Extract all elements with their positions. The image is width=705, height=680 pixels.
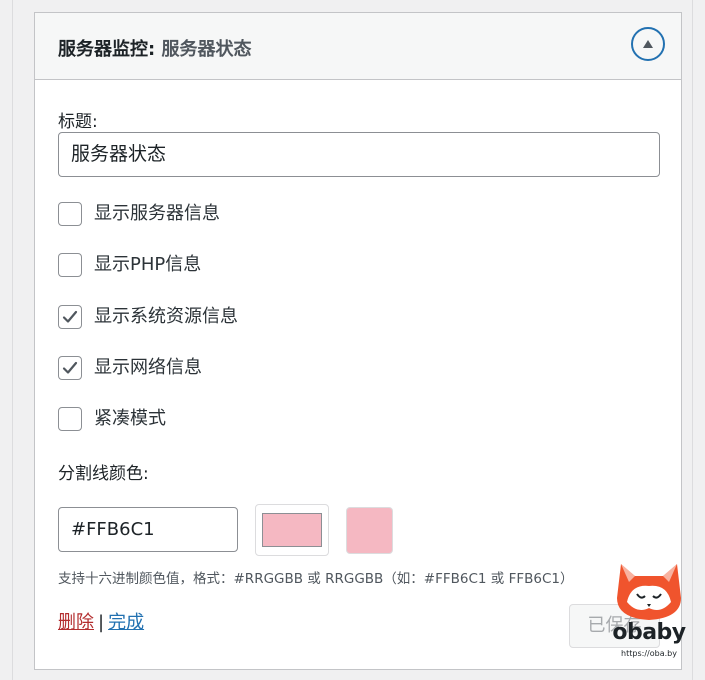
widget-header[interactable]: 服务器监控: 服务器状态 <box>35 13 681 80</box>
widget-actions: 删除 | 完成 <box>58 608 144 634</box>
delete-link[interactable]: 删除 <box>58 612 94 633</box>
color-picker-button[interactable] <box>255 504 329 556</box>
divider-color-input[interactable]: #FFB6C1 <box>58 507 238 552</box>
logo-url: https://oba.by <box>621 649 677 658</box>
obaby-logo: obaby https://oba.by <box>601 558 701 668</box>
checkbox-system-resources[interactable] <box>58 305 82 329</box>
checkbox-label: 显示系统资源信息 <box>94 306 238 327</box>
checkbox-label: 显示网络信息 <box>94 357 202 378</box>
widget-title-subtitle: 服务器状态 <box>161 39 252 60</box>
widget-title-main: 服务器监控 <box>58 39 148 60</box>
action-separator: | <box>98 612 105 633</box>
checkbox-php-info[interactable] <box>58 253 82 277</box>
title-input[interactable]: 服务器状态 <box>58 132 660 177</box>
checkbox-server-info[interactable] <box>58 202 82 226</box>
logo-wordmark: obaby <box>612 620 686 645</box>
color-preview-swatch <box>346 507 393 554</box>
checkmark-icon <box>62 361 78 374</box>
widget-title: 服务器监控: 服务器状态 <box>58 35 251 61</box>
triangle-up-icon <box>643 40 653 48</box>
widget-toggle-button[interactable] <box>631 27 665 61</box>
server-monitor-widget: 服务器监控: 服务器状态 标题: 服务器状态 显示服务器信息 显示PHP信息 显… <box>34 12 686 670</box>
color-picker-swatch <box>262 513 322 547</box>
left-gutter <box>0 0 13 680</box>
checkbox-label: 显示PHP信息 <box>94 254 202 275</box>
title-label: 标题: <box>58 112 98 132</box>
done-link[interactable]: 完成 <box>108 612 144 633</box>
checkmark-icon <box>62 310 78 323</box>
checkbox-label: 显示服务器信息 <box>94 203 220 224</box>
checkbox-compact-mode[interactable] <box>58 407 82 431</box>
checkbox-label: 紧凑模式 <box>94 408 166 429</box>
divider-color-label: 分割线颜色: <box>58 464 149 484</box>
fox-logo-icon <box>617 564 681 620</box>
color-help-text: 支持十六进制颜色值，格式：#RRGGBB 或 RRGGBB（如：#FFB6C1 … <box>58 571 574 587</box>
checkbox-network-info[interactable] <box>58 356 82 380</box>
widget-title-separator: : <box>148 39 156 60</box>
